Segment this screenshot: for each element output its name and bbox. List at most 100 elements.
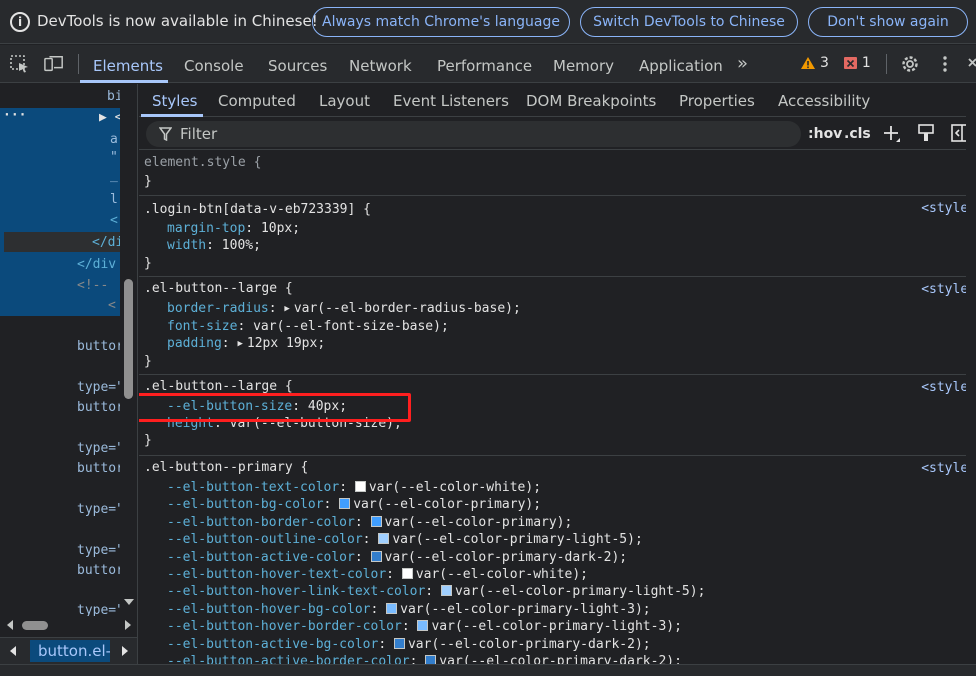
declaration[interactable]: font-size: var(--el-font-size-base); xyxy=(167,318,449,335)
dont-show-again-button[interactable]: Don't show again xyxy=(808,7,968,37)
more-options-icon[interactable] xyxy=(940,55,950,73)
element-state-paint-icon[interactable] xyxy=(918,124,934,142)
inspect-element-icon[interactable] xyxy=(10,55,30,73)
node-ellipsis-icon[interactable]: ··· xyxy=(3,108,26,123)
dom-line[interactable]: < xyxy=(108,298,116,313)
scroll-left-arrow-icon[interactable] xyxy=(6,620,14,630)
dom-line[interactable]: </di xyxy=(92,235,123,250)
declaration[interactable]: --el-button-hover-bg-color: var(--el-col… xyxy=(167,601,651,618)
new-style-rule-icon[interactable] xyxy=(883,125,901,143)
declaration[interactable]: --el-button-hover-link-text-color: var(-… xyxy=(167,583,705,600)
rule-selector[interactable]: .login-btn[data-v-eb723339] { xyxy=(144,201,371,218)
tab-performance[interactable]: Performance xyxy=(437,57,532,75)
color-swatch[interactable] xyxy=(370,515,382,527)
always-match-language-button[interactable]: Always match Chrome's language xyxy=(312,7,570,37)
rule-selector[interactable]: .el-button--large { xyxy=(144,280,293,297)
subtab-event-listeners[interactable]: Event Listeners xyxy=(393,92,509,110)
filter-placeholder: Filter xyxy=(180,125,218,143)
rule-selector[interactable]: .el-button--primary { xyxy=(144,459,308,476)
vertical-scroll-thumb[interactable] xyxy=(124,279,133,399)
scroll-right-arrow-icon[interactable] xyxy=(124,620,132,630)
breadcrumb-selected-node[interactable]: button.el- xyxy=(30,640,110,662)
hov-button[interactable]: :hov xyxy=(808,126,842,142)
drawer-edge xyxy=(0,664,976,676)
subtab-computed[interactable]: Computed xyxy=(218,92,296,110)
device-toolbar-icon[interactable] xyxy=(44,55,64,73)
declaration[interactable]: --el-button-active-color: var(--el-color… xyxy=(167,549,627,566)
subtab-styles[interactable]: Styles xyxy=(152,92,198,110)
dom-line[interactable]: " xyxy=(110,150,118,165)
declaration[interactable]: --el-button-active-bg-color: var(--el-co… xyxy=(167,636,651,653)
dom-line[interactable]: < xyxy=(110,213,118,228)
declaration[interactable]: margin-top: 10px; xyxy=(167,220,300,237)
tab-console[interactable]: Console xyxy=(184,57,244,75)
dom-line[interactable]: l xyxy=(110,192,118,207)
dom-line[interactable]: buttor xyxy=(77,461,124,476)
settings-gear-icon[interactable] xyxy=(900,54,920,74)
horizontal-scrollbar[interactable] xyxy=(0,616,137,632)
subtab-layout[interactable]: Layout xyxy=(319,92,370,110)
expand-triangle-icon[interactable]: ▶ xyxy=(237,336,242,353)
switch-to-chinese-button[interactable]: Switch DevTools to Chinese xyxy=(580,7,798,37)
color-swatch[interactable] xyxy=(370,550,382,562)
dom-line[interactable]: _ xyxy=(110,168,118,183)
filter-icon xyxy=(159,127,172,141)
dom-line[interactable]: buttor xyxy=(77,339,124,354)
declaration[interactable]: --el-button-text-color: var(--el-color-w… xyxy=(167,479,541,496)
declaration[interactable]: border-radius: ▶ var(--el-border-radius-b… xyxy=(167,300,521,318)
sidebar-subtabs: Styles Computed Layout Event Listeners D… xyxy=(139,84,976,117)
close-icon[interactable] xyxy=(968,55,976,73)
dom-line[interactable]: buttor xyxy=(77,563,124,578)
breadcrumb-left-icon[interactable] xyxy=(10,646,17,656)
color-swatch[interactable] xyxy=(417,620,429,632)
tab-elements[interactable]: Elements xyxy=(93,57,163,75)
color-swatch[interactable] xyxy=(401,568,413,579)
declaration[interactable]: --el-button-hover-border-color: var(--el… xyxy=(167,618,682,635)
declaration[interactable]: --el-button-hover-text-color: var(--el-c… xyxy=(167,566,588,583)
declaration[interactable]: width: 100%; xyxy=(167,237,261,254)
rule-selector[interactable]: element.style { xyxy=(144,154,261,171)
expand-triangle-icon[interactable]: ▶ xyxy=(284,301,289,318)
declaration[interactable]: --el-button-bg-color: var(--el-color-pri… xyxy=(167,496,541,513)
tab-sources[interactable]: Sources xyxy=(268,57,327,75)
color-swatch[interactable] xyxy=(440,585,452,597)
tab-application[interactable]: Application xyxy=(639,57,723,75)
color-swatch[interactable] xyxy=(354,481,366,492)
subtab-properties[interactable]: Properties xyxy=(679,92,755,110)
dom-line[interactable]: type=" xyxy=(77,380,124,395)
warning-icon xyxy=(801,57,815,69)
issues-counter[interactable]: 3 1 xyxy=(800,55,871,71)
tab-network[interactable]: Network xyxy=(349,57,412,75)
dom-line[interactable]: </div xyxy=(77,257,116,272)
dom-line[interactable]: buttor xyxy=(77,400,124,415)
dom-line[interactable]: type=" xyxy=(77,441,124,456)
declaration[interactable]: padding: ▶ 12px 19px; xyxy=(167,335,325,353)
dom-line[interactable]: type=" xyxy=(77,543,124,558)
subtab-dom-breakpoints[interactable]: DOM Breakpoints xyxy=(526,92,656,110)
declaration[interactable]: --el-button-border-color: var(--el-color… xyxy=(167,514,572,531)
color-swatch[interactable] xyxy=(393,637,405,649)
styles-scroll-track[interactable] xyxy=(966,116,976,664)
toolbar-divider xyxy=(886,54,887,74)
color-swatch[interactable] xyxy=(386,602,398,614)
more-tabs-icon[interactable]: » xyxy=(737,53,748,74)
horizontal-scroll-thumb[interactable] xyxy=(22,621,48,630)
subtab-accessibility[interactable]: Accessibility xyxy=(778,92,870,110)
breadcrumb-right-icon[interactable] xyxy=(121,646,128,656)
elements-tree-pane: bi ··· ▶ < a " _ l < </di </div <!-- < b… xyxy=(0,84,138,676)
rule-close-brace: } xyxy=(144,433,152,448)
dom-line[interactable]: <!-- xyxy=(77,278,108,293)
declaration[interactable]: --el-button-outline-color: var(--el-colo… xyxy=(167,531,643,548)
scroll-down-arrow-icon[interactable] xyxy=(123,598,135,606)
tab-memory[interactable]: Memory xyxy=(553,57,614,75)
dom-line[interactable]: ▶ < xyxy=(99,110,122,125)
filter-input[interactable]: Filter xyxy=(146,121,801,147)
color-swatch[interactable] xyxy=(339,498,351,510)
rule-el-button-primary: .el-button--primary { <style> --el-butto… xyxy=(139,457,976,676)
color-swatch[interactable] xyxy=(378,533,390,545)
language-infobar: i DevTools is now available in Chinese! … xyxy=(0,0,976,44)
dom-line[interactable]: a xyxy=(110,132,118,147)
dom-line[interactable]: type=" xyxy=(77,502,124,517)
infobar-message: DevTools is now available in Chinese! xyxy=(37,12,318,30)
cls-button[interactable]: .cls xyxy=(844,126,871,142)
